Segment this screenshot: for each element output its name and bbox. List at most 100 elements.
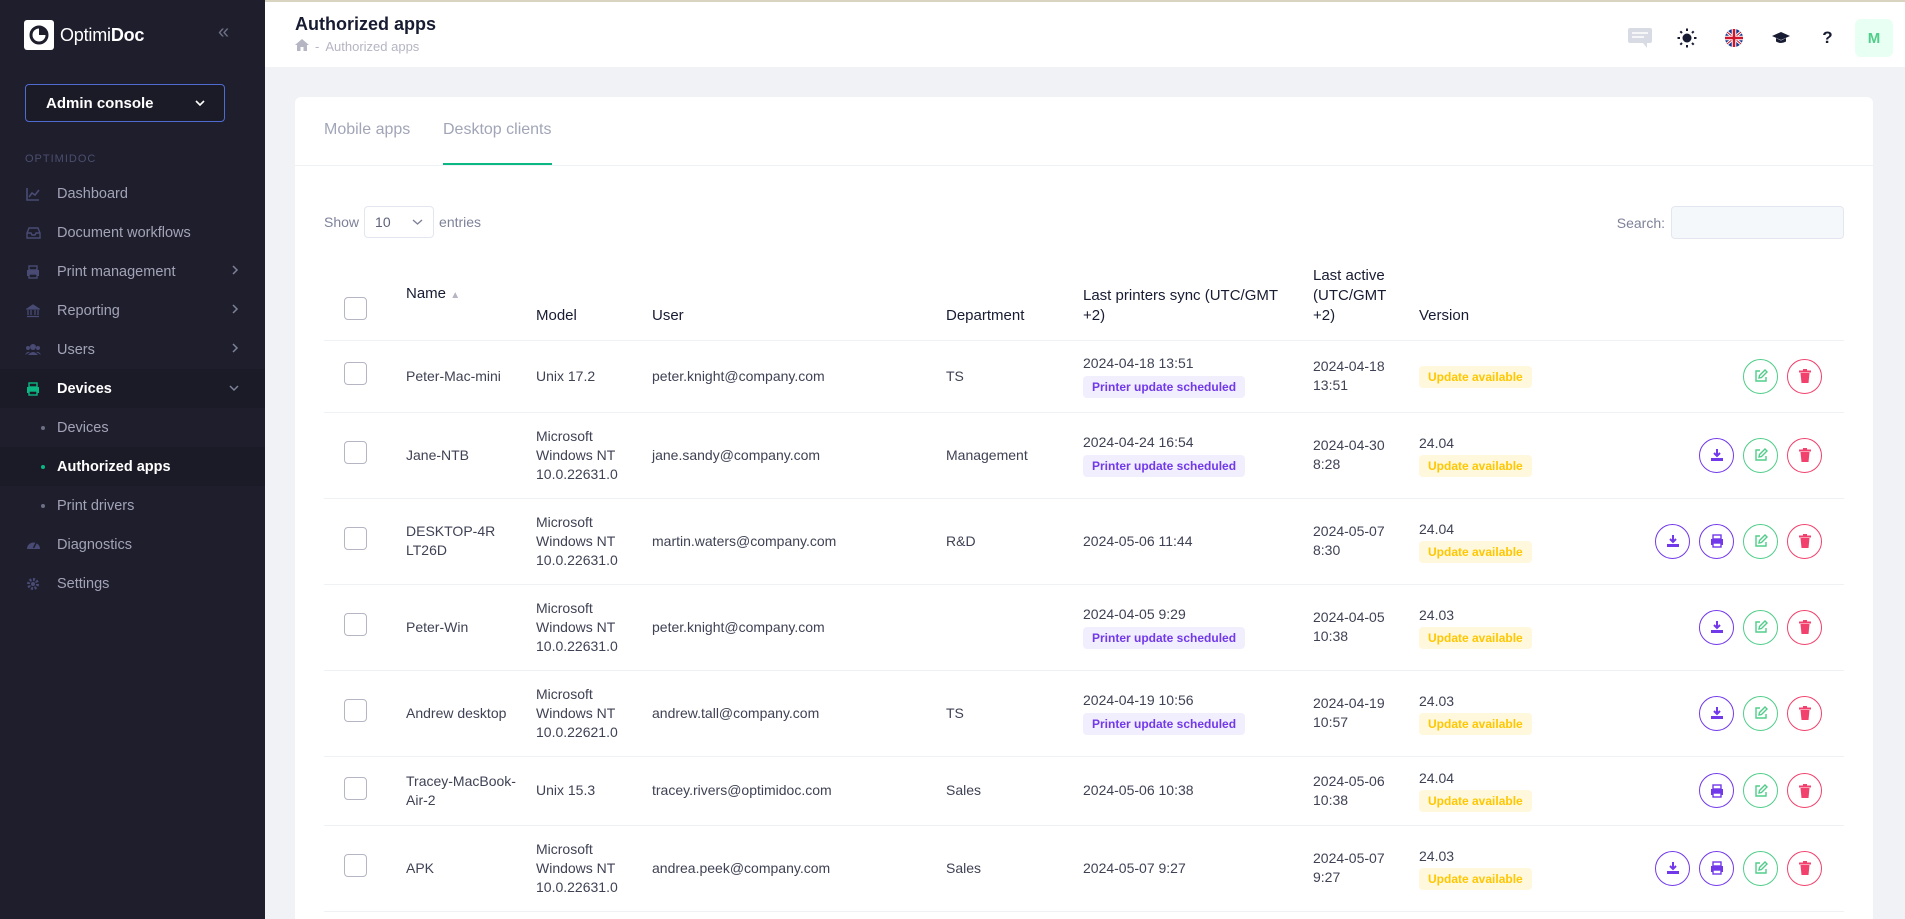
logo[interactable]: OptimiDoc (24, 20, 144, 50)
collapse-sidebar-icon[interactable]: « (218, 22, 229, 42)
col-actions (1569, 258, 1844, 341)
edit-button[interactable] (1743, 523, 1778, 559)
sidebar-item-reporting[interactable]: Reporting (0, 291, 265, 330)
sidebar-item-label: Devices (57, 380, 112, 397)
select-all-checkbox[interactable] (344, 296, 367, 320)
edit-button[interactable] (1743, 773, 1778, 808)
edit-button[interactable] (1743, 850, 1778, 886)
sun-icon[interactable] (1663, 21, 1710, 55)
printer-icon (25, 381, 41, 397)
cell-model: Microsoft Windows NT 10.0.22621.0 (536, 670, 652, 757)
sidebar-subitem-print-drivers[interactable]: Print drivers (0, 486, 265, 525)
delete-button[interactable] (1787, 850, 1822, 886)
cell-name: Peter-Win (406, 584, 536, 671)
delete-button[interactable] (1787, 523, 1822, 559)
breadcrumb-separator: - (315, 39, 320, 54)
print-button[interactable] (1699, 523, 1734, 559)
row-checkbox[interactable] (344, 527, 367, 550)
delete-button[interactable] (1787, 773, 1822, 808)
row-checkbox[interactable] (344, 613, 367, 636)
col-name[interactable]: Name ▲ (406, 258, 536, 341)
printer-update-badge: Printer update scheduled (1083, 627, 1246, 649)
delete-button[interactable] (1787, 437, 1822, 473)
row-checkbox[interactable] (344, 699, 367, 722)
print-button[interactable] (1699, 850, 1734, 886)
table-row: Andrew desktop Microsoft Windows NT 10.0… (324, 670, 1844, 757)
sidebar-item-document-workflows[interactable]: Document workflows (0, 213, 265, 252)
cell-name: APK (406, 825, 536, 912)
download-icon (1710, 707, 1723, 719)
cell-user: tracey.rivers@optimidoc.com (652, 756, 946, 826)
tab-mobile-apps[interactable]: Mobile apps (324, 121, 410, 139)
delete-button[interactable] (1787, 695, 1822, 731)
chart-line-icon (25, 186, 41, 202)
sidebar-item-label: Diagnostics (57, 536, 132, 553)
update-available-badge: Update available (1419, 366, 1532, 388)
cell-model: Microsoft Windows NT 10.0.22631.0 (536, 584, 652, 671)
sidebar-item-diagnostics[interactable]: Diagnostics (0, 525, 265, 564)
sidebar-item-dashboard[interactable]: Dashboard (0, 174, 265, 213)
tab-desktop-clients[interactable]: Desktop clients (443, 121, 552, 165)
graduation-cap-icon[interactable] (1757, 21, 1804, 55)
col-last-active[interactable]: Last active (UTC/GMT +2) (1313, 258, 1419, 341)
cell-last-sync: 2024-05-06 10:38 (1083, 756, 1313, 826)
print-button[interactable] (1699, 773, 1734, 808)
delete-button[interactable] (1787, 609, 1822, 645)
sidebar-item-settings[interactable]: Settings (0, 564, 265, 603)
trash-icon (1798, 783, 1811, 798)
col-last-sync[interactable]: Last printers sync (UTC/GMT +2) (1083, 258, 1313, 341)
row-checkbox[interactable] (344, 854, 367, 877)
cell-model: Unix 15.3 (536, 756, 652, 826)
cell-last-sync: 2024-04-24 16:54 Printer update scheduled (1083, 412, 1313, 499)
col-user[interactable]: User (652, 258, 946, 341)
delete-button[interactable] (1787, 358, 1822, 394)
cell-last-active: 2024-05-07 9:27 (1313, 825, 1419, 912)
sidebar-item-users[interactable]: Users (0, 330, 265, 369)
edit-button[interactable] (1743, 358, 1778, 394)
header-toolbar: ? M (1616, 19, 1893, 57)
cell-user: jane.sandy@company.com (652, 412, 946, 499)
logo-text: OptimiDoc (60, 24, 145, 45)
sidebar-item-label: Reporting (57, 302, 120, 319)
row-checkbox[interactable] (344, 362, 367, 385)
cell-user: martin.waters@company.com (652, 498, 946, 585)
sidebar-subitem-devices[interactable]: Devices (0, 408, 265, 447)
sidebar-item-devices[interactable]: Devices (0, 369, 265, 408)
search-input[interactable] (1671, 206, 1844, 239)
help-icon[interactable]: ? (1804, 21, 1851, 55)
row-checkbox[interactable] (344, 441, 367, 464)
sidebar-subitem-authorized-apps[interactable]: Authorized apps (0, 447, 265, 486)
edit-button[interactable] (1743, 609, 1778, 645)
entries-select[interactable]: 10 (364, 206, 435, 238)
gauge-icon (25, 537, 41, 553)
download-button[interactable] (1699, 437, 1734, 473)
cell-last-active: 2024-04-18 13:51 (1313, 340, 1419, 413)
header-checkbox-cell (324, 258, 406, 341)
cell-name: DESKTOP-4RLT26D (406, 498, 536, 585)
col-department[interactable]: Department (946, 258, 1083, 341)
col-version[interactable]: Version (1419, 258, 1569, 341)
users-icon (25, 342, 41, 358)
row-checkbox[interactable] (344, 776, 367, 800)
sidebar-item-print-management[interactable]: Print management (0, 252, 265, 291)
edit-button[interactable] (1743, 695, 1778, 731)
download-button[interactable] (1699, 695, 1734, 731)
cell-model: Microsoft Windows NT 10.0.22631.0 (536, 825, 652, 912)
edit-button[interactable] (1743, 437, 1778, 473)
uk-flag-icon[interactable] (1710, 21, 1757, 55)
cell-version: 24.04 Update available (1419, 412, 1569, 499)
avatar[interactable]: M (1855, 19, 1893, 57)
download-button[interactable] (1699, 609, 1734, 645)
sidebar-subitem-label: Devices (57, 419, 109, 436)
chat-icon[interactable] (1616, 21, 1663, 55)
col-model[interactable]: Model (536, 258, 652, 341)
download-button[interactable] (1655, 523, 1690, 559)
edit-icon (1754, 448, 1768, 461)
download-button[interactable] (1655, 850, 1690, 886)
console-select[interactable]: Admin console (25, 84, 225, 122)
cell-name: Andrew desktop (406, 670, 536, 757)
edit-icon (1754, 534, 1768, 547)
cell-user: peter.knight@company.com (652, 584, 946, 671)
chevron-down-icon (412, 219, 423, 225)
home-icon[interactable] (295, 39, 309, 54)
